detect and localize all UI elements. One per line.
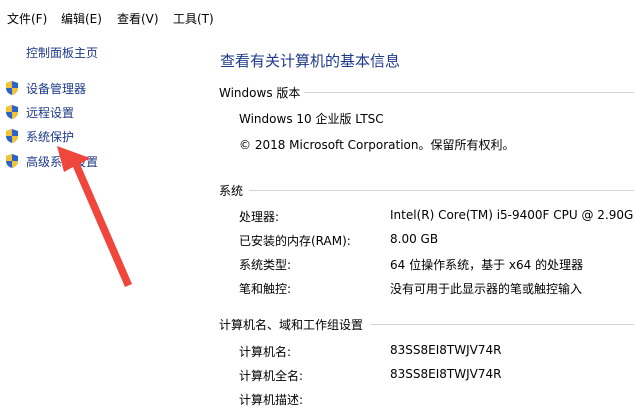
sidebar-item-remote-settings[interactable]: 远程设置 — [4, 103, 74, 121]
shield-icon — [6, 105, 18, 119]
sidebar-item-label: 高级系统设置 — [26, 154, 99, 169]
sidebar-item-label: 系统保护 — [26, 129, 75, 144]
control-panel-home-link[interactable]: 控制面板主页 — [26, 44, 98, 61]
menu-bar: 文件(F) 编辑(E) 查看(V) 工具(T) — [0, 0, 634, 34]
page-title: 查看有关计算机的基本信息 — [220, 52, 401, 70]
pen-touch-value: 没有可用于此显示器的笔或触控输入 — [390, 282, 583, 296]
computer-description-label: 计算机描述: — [239, 393, 304, 407]
sidebar-item-label: 设备管理器 — [26, 81, 87, 96]
ram-value: 8.00 GB — [390, 232, 439, 246]
computer-name-value: 83SS8EI8TWJV74R — [390, 343, 502, 357]
sidebar-item-advanced-settings[interactable]: 高级系统设置 — [4, 152, 98, 170]
shield-icon — [6, 129, 18, 143]
full-computer-name-value: 83SS8EI8TWJV74R — [390, 367, 502, 381]
menu-edit[interactable]: 编辑(E) — [61, 10, 102, 27]
section-header-windows-edition: Windows 版本 — [219, 84, 305, 101]
sidebar-item-system-protection[interactable]: 系统保护 — [4, 127, 74, 145]
processor-label: 处理器: — [239, 210, 280, 224]
pen-touch-label: 笔和触控: — [239, 282, 292, 296]
section-divider — [370, 324, 634, 325]
sidebar-item-device-manager[interactable]: 设备管理器 — [4, 79, 86, 97]
sidebar: 控制面板主页 设备管理器 远程设置 系统保护 高级系统设置 — [0, 34, 205, 414]
menu-view[interactable]: 查看(V) — [117, 10, 159, 27]
menu-file[interactable]: 文件(F) — [7, 10, 47, 27]
full-computer-name-label: 计算机全名: — [239, 369, 304, 383]
section-header-system: 系统 — [219, 182, 248, 199]
system-type-label: 系统类型: — [239, 258, 292, 272]
system-type-value: 64 位操作系统，基于 x64 的处理器 — [390, 258, 584, 272]
menu-tools[interactable]: 工具(T) — [173, 10, 214, 27]
processor-value: Intel(R) Core(TM) i5-9400F CPU @ 2.90GHz — [390, 208, 634, 222]
windows-edition-value: Windows 10 企业版 LTSC — [239, 112, 384, 126]
main-content: 查看有关计算机的基本信息 Windows 版本 Windows 10 企业版 L… — [205, 34, 634, 414]
sidebar-item-label: 远程设置 — [26, 105, 75, 120]
section-header-computer-name: 计算机名、域和工作组设置 — [219, 316, 368, 333]
shield-icon — [6, 154, 18, 168]
section-divider — [249, 190, 634, 191]
section-divider — [295, 92, 634, 93]
computer-name-label: 计算机名: — [239, 345, 292, 359]
copyright-text: © 2018 Microsoft Corporation。保留所有权利。 — [239, 138, 515, 152]
ram-label: 已安装的内存(RAM): — [239, 234, 351, 248]
shield-icon — [6, 81, 18, 95]
